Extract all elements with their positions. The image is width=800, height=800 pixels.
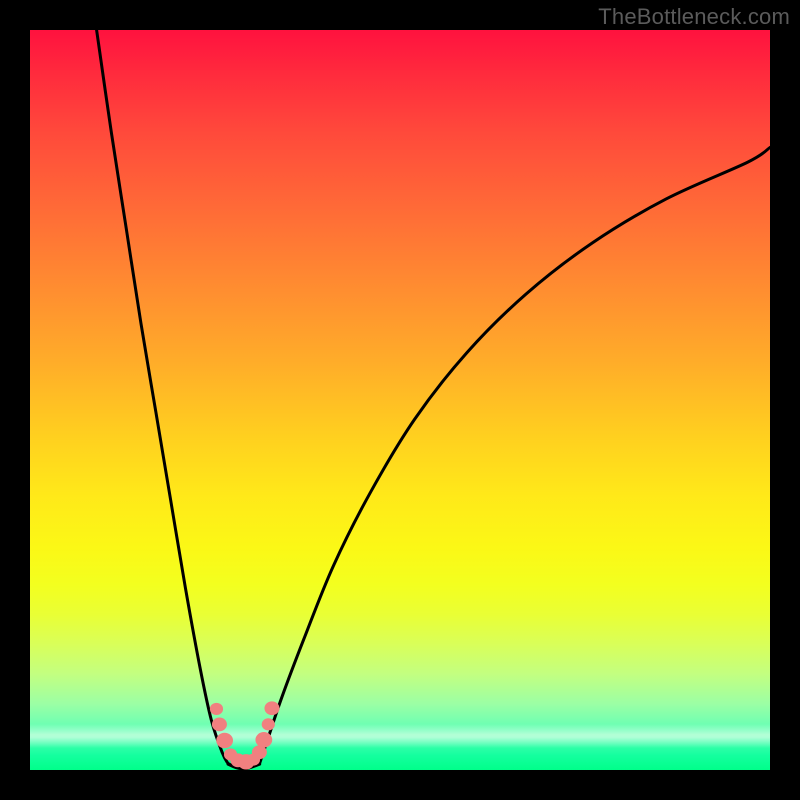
curve-right-branch <box>259 147 770 764</box>
valley-marker <box>255 732 272 747</box>
curve-left-branch <box>97 30 229 764</box>
valley-marker <box>212 717 227 731</box>
valley-marker <box>216 733 233 748</box>
chart-frame: TheBottleneck.com <box>0 0 800 800</box>
plot-area <box>30 30 770 770</box>
bottleneck-curve <box>30 30 770 770</box>
valley-marker <box>210 703 223 715</box>
valley-marker <box>262 718 275 730</box>
valley-marker <box>264 701 279 715</box>
watermark-text: TheBottleneck.com <box>598 4 790 30</box>
